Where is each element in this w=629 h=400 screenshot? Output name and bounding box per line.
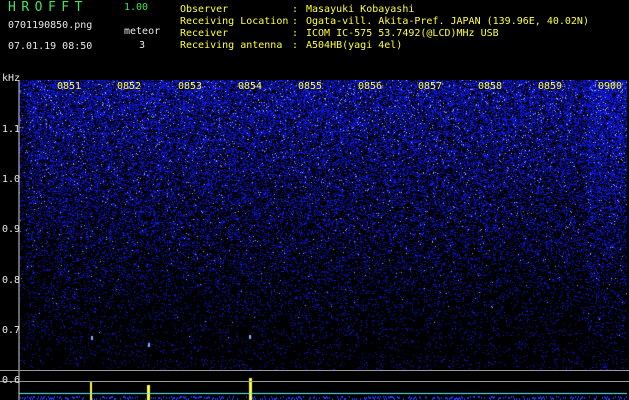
time-label: 0855	[298, 81, 323, 92]
y-tick-label: 0.8	[2, 275, 21, 286]
y-tick-label: 0.9	[2, 224, 21, 235]
axis-frame	[0, 80, 629, 400]
time-label: 0851	[57, 81, 82, 92]
time-label: 0854	[238, 81, 263, 92]
time-label: 0853	[178, 81, 203, 92]
y-tick-label: 0.7	[2, 325, 21, 336]
time-label: 0859	[538, 81, 563, 92]
y-tick-label: 0.6	[2, 375, 21, 386]
time-label: 0900	[598, 81, 623, 92]
frequency-unit-label: kHz	[2, 73, 21, 84]
y-tick-label: 1.1	[2, 124, 21, 135]
time-label: 0857	[418, 81, 443, 92]
y-tick-label: 1.0	[2, 174, 21, 185]
time-label: 0852	[117, 81, 142, 92]
time-label: 0856	[358, 81, 383, 92]
time-label: 0858	[478, 81, 503, 92]
